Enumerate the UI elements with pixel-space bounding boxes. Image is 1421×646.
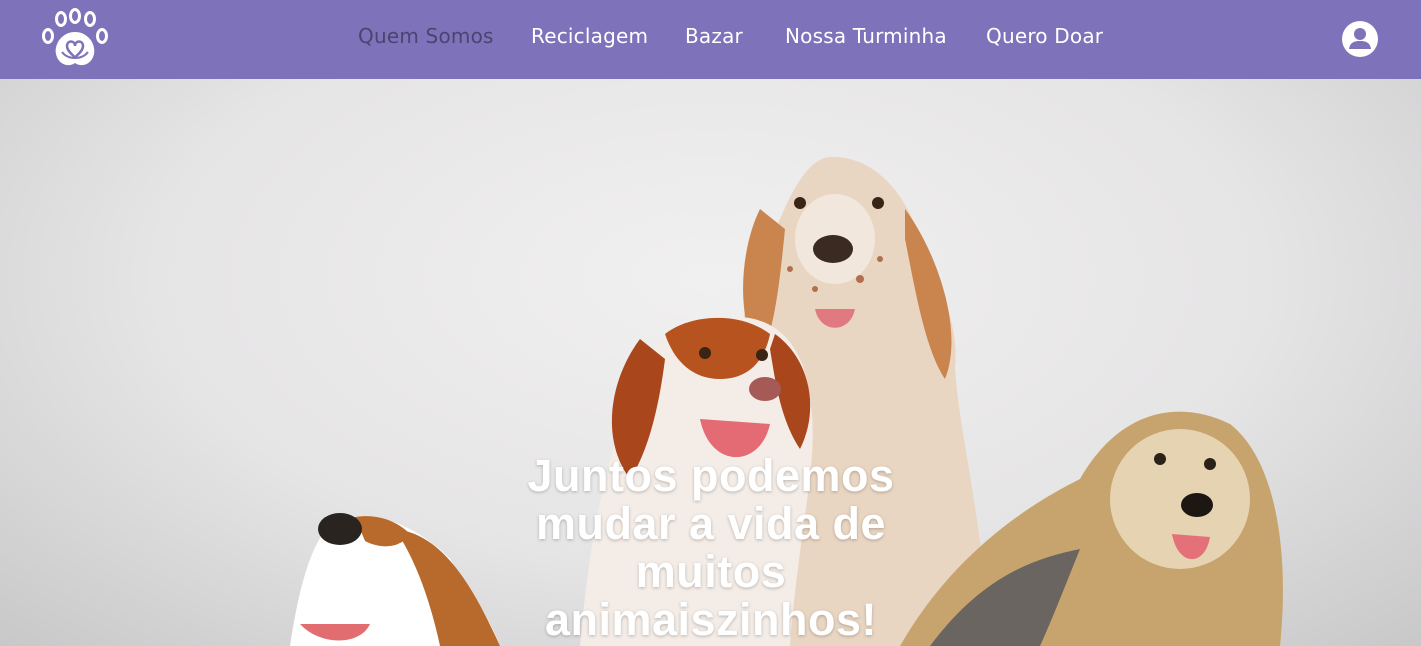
nav-link-quem-somos[interactable]: Quem Somos (358, 24, 494, 48)
hero-banner: Juntos podemos mudar a vida de muitos an… (0, 79, 1421, 646)
nav-link-nossa-turminha[interactable]: Nossa Turminha (785, 24, 947, 48)
beagle-dog-illustration (290, 513, 500, 646)
top-navbar: Quem Somos Reciclagem Bazar Nossa Turmin… (0, 0, 1421, 79)
paw-logo-icon[interactable] (40, 8, 110, 70)
nav-link-quero-doar[interactable]: Quero Doar (986, 24, 1103, 48)
hero-headline: Juntos podemos mudar a vida de muitos an… (527, 450, 895, 645)
nav-link-reciclagem[interactable]: Reciclagem (531, 24, 648, 48)
nav-link-bazar[interactable]: Bazar (685, 24, 743, 48)
user-account-icon[interactable] (1342, 21, 1378, 57)
main-nav: Quem Somos Reciclagem Bazar Nossa Turmin… (0, 0, 1421, 79)
